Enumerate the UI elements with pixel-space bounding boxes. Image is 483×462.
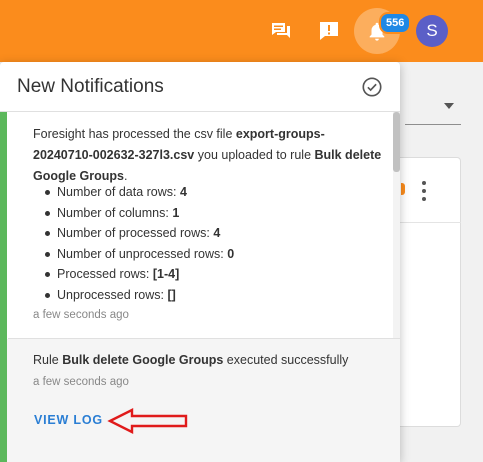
notifications-panel: New Notifications Foresight has processe… — [0, 62, 400, 462]
list-item: Number of data rows: 4 — [44, 182, 234, 203]
list-item: Processed rows: [1-4] — [44, 264, 234, 285]
notification-message: Foresight has processed the csv file exp… — [33, 127, 382, 183]
background-card — [400, 157, 461, 427]
processing-stats-list: Number of data rows: 4 Number of columns… — [44, 182, 234, 306]
select-dropdown-caret-icon[interactable] — [444, 103, 454, 109]
notification-timestamp: a few seconds ago — [33, 376, 129, 388]
select-underline — [405, 124, 461, 125]
feedback-icon[interactable] — [268, 18, 294, 44]
annotation-arrow — [107, 408, 188, 434]
background-card-divider — [400, 222, 461, 223]
top-app-bar — [0, 0, 483, 62]
view-log-link[interactable]: VIEW LOG — [34, 413, 103, 427]
rule-name: Bulk delete Google Groups — [62, 353, 224, 367]
scrollbar-thumb[interactable] — [393, 112, 400, 172]
more-options-icon[interactable] — [421, 181, 427, 201]
list-item: Number of columns: 1 — [44, 203, 234, 224]
mark-all-read-icon[interactable] — [361, 76, 383, 98]
list-item: Number of unprocessed rows: 0 — [44, 244, 234, 265]
background-card-accent — [401, 183, 405, 195]
notification-timestamp: a few seconds ago — [33, 309, 129, 321]
report-icon[interactable] — [316, 18, 342, 44]
notification-divider — [8, 338, 400, 339]
list-item: Number of processed rows: 4 — [44, 223, 234, 244]
unread-indicator-bar — [0, 112, 7, 462]
notification-count-badge: 556 — [379, 12, 412, 34]
list-item: Unprocessed rows: [] — [44, 285, 234, 306]
user-avatar[interactable]: S — [416, 15, 448, 47]
notification-message: Rule Bulk delete Google Groups executed … — [33, 353, 349, 367]
panel-title: New Notifications — [17, 76, 164, 97]
